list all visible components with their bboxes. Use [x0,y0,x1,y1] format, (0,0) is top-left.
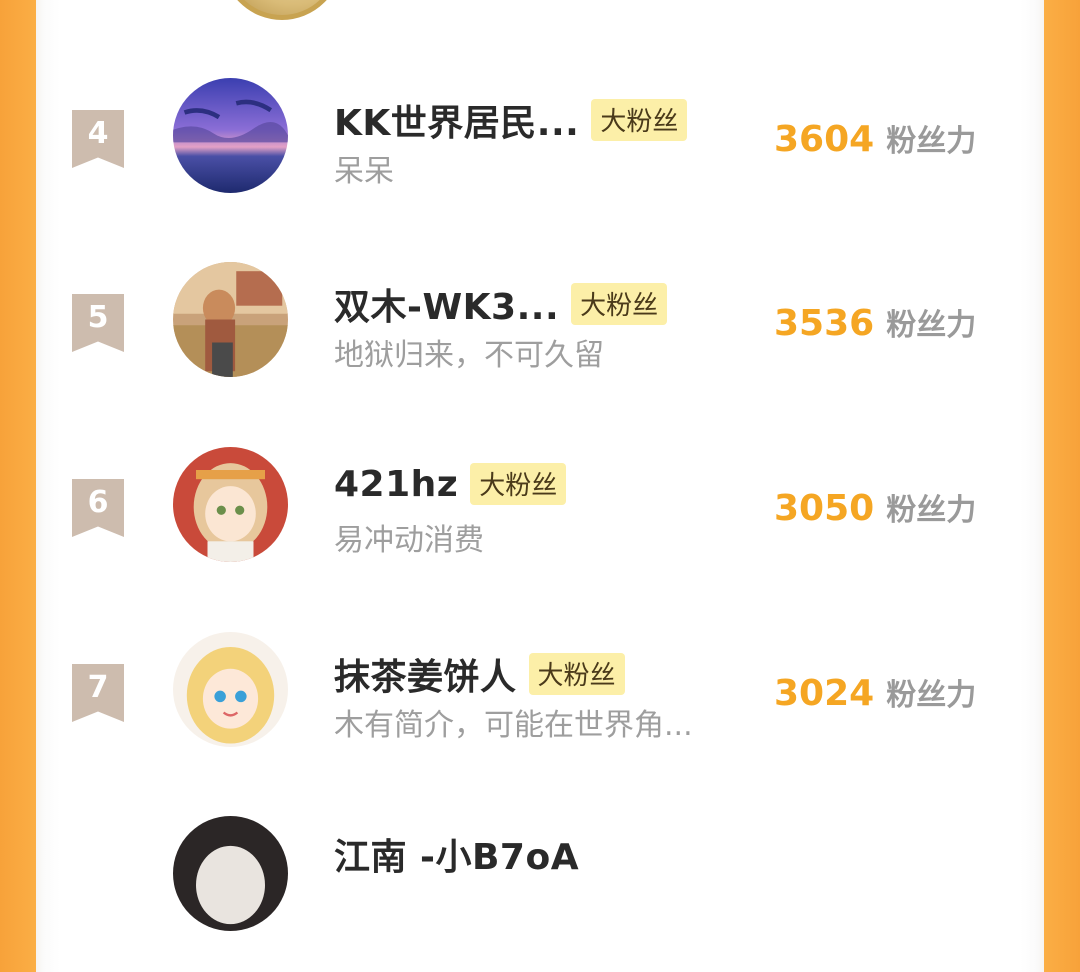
score-value: 3604 [774,119,875,160]
avatar[interactable] [173,262,288,377]
user-name[interactable]: 双木-WK3... [334,278,559,330]
rank-ribbon: 4 [72,110,124,168]
score-value: 3050 [774,488,875,529]
avatar[interactable] [173,447,288,562]
user-bio: 易冲动消费 [334,523,484,558]
score-unit: 粉丝力 [886,308,977,343]
fan-power-score: 3536 粉丝力 [774,300,976,344]
user-bio: 呆呆 [334,154,394,189]
user-name[interactable]: 421hz [334,464,458,505]
fan-power-score: 3604 粉丝力 [774,116,976,160]
user-name[interactable]: 江南 -小B7oA [334,828,579,880]
fan-level-badge: 大粉丝 [591,99,688,141]
fan-level-badge: 大粉丝 [470,463,567,505]
user-name[interactable]: 抹茶姜饼人 [334,648,517,700]
user-bio: 地狱归来，不可久留 [334,338,604,373]
leaderboard-row[interactable]: 5 双木-WK3... 大粉丝 地狱归来，不可久留 3536 粉丝力 [36,258,1044,418]
avatar[interactable] [173,816,288,931]
fan-power-score: 3024 粉丝力 [774,670,976,714]
leaderboard-row[interactable]: 6 421hz 大粉丝 易冲动消费 3050 粉丝力 [36,443,1044,603]
leaderboard-row[interactable]: 江南 -小B7oA [36,812,1044,972]
fan-power-score: 3050 粉丝力 [774,485,976,529]
rank-ribbon: 5 [72,294,124,352]
leaderboard-row[interactable]: 7 抹茶姜饼人 大粉丝 木有简介，可能在世界角... 3024 粉丝力 [36,628,1044,788]
score-value: 3024 [774,673,875,714]
avatar[interactable] [173,78,288,193]
rank-ribbon: 6 [72,479,124,537]
user-bio: 木有简介，可能在世界角... [334,708,693,743]
avatar[interactable] [173,632,288,747]
leaderboard-row[interactable]: 4 KK世界居民... 大粉丝 呆呆 3604 粉丝力 [36,74,1044,234]
score-value: 3536 [774,303,875,344]
user-name[interactable]: KK世界居民... [334,94,579,146]
avatar-rank-3-partial[interactable] [222,0,342,20]
fan-leaderboard-panel: 4 KK世界居民... 大粉丝 呆呆 3604 粉丝力 5 双木-WK3... … [36,0,1044,931]
score-unit: 粉丝力 [886,493,977,528]
score-unit: 粉丝力 [886,124,977,159]
score-unit: 粉丝力 [886,678,977,713]
fan-level-badge: 大粉丝 [571,283,668,325]
fan-level-badge: 大粉丝 [528,653,625,695]
rank-ribbon: 7 [72,664,124,722]
